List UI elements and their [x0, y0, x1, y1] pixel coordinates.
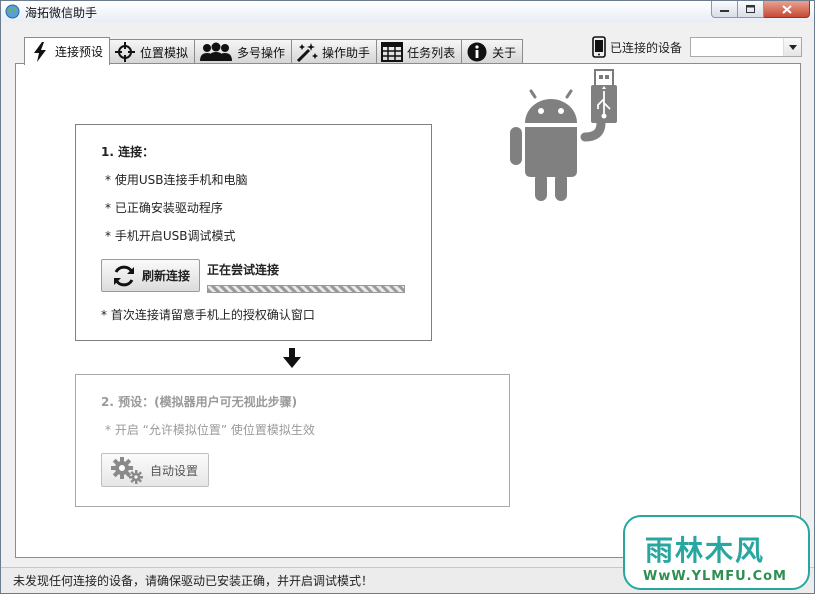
device-selector-area: 已连接的设备	[592, 36, 803, 58]
tab-task-list[interactable]: 任务列表	[376, 39, 463, 64]
minimize-icon	[720, 10, 729, 12]
globe-icon	[5, 4, 20, 19]
device-dropdown[interactable]	[690, 37, 803, 57]
preset-step-heading: 2. 预设：(模拟器用户可无视此步骤)	[101, 395, 298, 409]
tab-about[interactable]: 关于	[461, 39, 524, 64]
close-icon	[781, 4, 792, 14]
connect-step-heading: 1. 连接：	[101, 145, 155, 159]
connection-status: 正在尝试连接	[207, 263, 280, 277]
magic-wand-icon	[296, 42, 319, 62]
lightning-icon	[29, 41, 51, 62]
auto-setup-label: 自动设置	[150, 463, 199, 478]
tab-label: 位置模拟	[140, 45, 189, 60]
arrow-down-icon	[283, 348, 301, 368]
dropdown-arrow[interactable]	[783, 38, 802, 56]
title-bar: 海拓微信助手	[1, 1, 814, 22]
tab-connect-preset[interactable]: 连接预设	[24, 37, 111, 65]
tab-location-sim[interactable]: 位置模拟	[109, 39, 196, 64]
window-title: 海拓微信助手	[25, 6, 98, 20]
watermark-title: 雨林木风	[645, 536, 766, 567]
refresh-button-label: 刷新连接	[142, 269, 191, 283]
tab-label: 操作助手	[322, 45, 371, 60]
connection-progress-bar	[207, 285, 405, 293]
tab-label: 任务列表	[407, 45, 456, 60]
chevron-down-icon	[788, 44, 797, 50]
tab-label: 连接预设	[55, 45, 104, 59]
refresh-connection-button[interactable]: 刷新连接	[101, 259, 200, 292]
crosshair-icon	[114, 42, 136, 62]
app-window: 海拓微信助手 连接预设 位置模拟 多号操作 操作助手 任务列表 关于 已连接的设…	[0, 0, 815, 594]
window-controls	[711, 1, 810, 18]
requirement-item: * 已正确安装驱动程序	[105, 201, 223, 215]
minimize-button[interactable]	[711, 1, 738, 18]
tab-operation-assistant[interactable]: 操作助手	[291, 39, 378, 64]
maximize-button[interactable]	[738, 1, 764, 18]
table-icon	[381, 42, 404, 62]
auto-setup-button[interactable]: 自动设置	[101, 453, 209, 487]
refresh-icon	[114, 265, 134, 286]
users-icon	[199, 42, 233, 62]
requirement-item: * 手机开启USB调试模式	[105, 229, 236, 243]
preset-instruction: * 开启 “允许模拟位置” 使位置模拟生效	[105, 423, 315, 437]
android-usb-icon	[510, 69, 617, 201]
close-button[interactable]	[764, 1, 810, 18]
connect-step-panel: 1. 连接： * 使用USB连接手机和电脑 * 已正确安装驱动程序 * 手机开启…	[75, 124, 432, 341]
watermark-url: WwW.YLMFU.CoM	[643, 569, 787, 584]
preset-step-panel: 2. 预设：(模拟器用户可无视此步骤) * 开启 “允许模拟位置” 使位置模拟生…	[75, 374, 510, 507]
maximize-icon	[746, 5, 755, 13]
requirement-item: * 使用USB连接手机和电脑	[105, 173, 248, 187]
device-label: 已连接的设备	[610, 40, 683, 55]
phone-icon	[592, 36, 606, 58]
main-tabs: 连接预设 位置模拟 多号操作 操作助手 任务列表 关于	[24, 37, 524, 65]
info-icon	[466, 42, 488, 62]
tab-label: 多号操作	[237, 45, 286, 60]
tab-label: 关于	[492, 45, 517, 60]
status-message: 未发现任何连接的设备，请确保驱动已安装正确，并开启调试模式！	[13, 574, 374, 588]
site-watermark: 雨林木风 WwW.YLMFU.CoM	[623, 515, 810, 590]
tab-multi-account[interactable]: 多号操作	[194, 39, 293, 64]
gears-icon	[111, 457, 143, 484]
authorization-note: * 首次连接请留意手机上的授权确认窗口	[101, 308, 315, 322]
